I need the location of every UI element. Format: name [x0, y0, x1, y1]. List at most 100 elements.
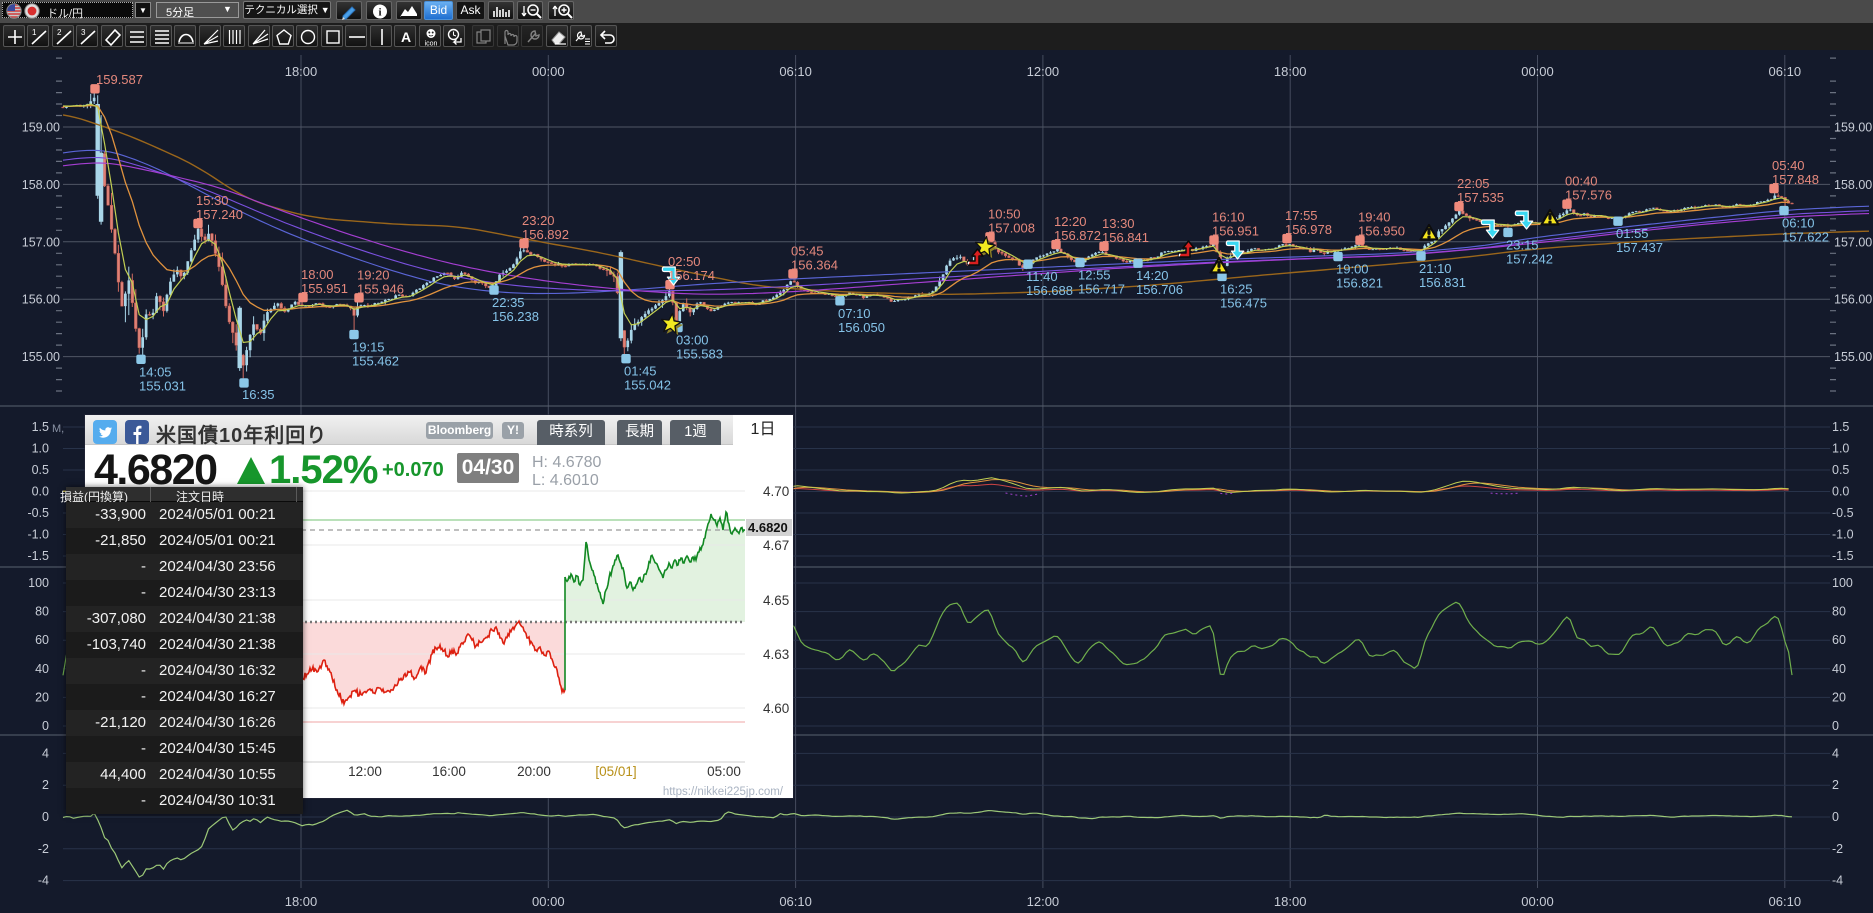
svg-text:22:35: 22:35 — [492, 295, 525, 310]
svg-text:4: 4 — [1832, 746, 1839, 760]
svg-text:-1.0: -1.0 — [1832, 528, 1854, 542]
svg-text:16:00: 16:00 — [432, 764, 466, 779]
svg-text:06:10: 06:10 — [779, 64, 812, 79]
svg-text:12:20: 12:20 — [1054, 214, 1087, 229]
svg-text:00:00: 00:00 — [532, 64, 565, 79]
svg-text:156.688: 156.688 — [1026, 283, 1073, 298]
svg-text:157.008: 157.008 — [988, 220, 1035, 235]
svg-text:155.00: 155.00 — [1834, 350, 1872, 364]
svg-text:2: 2 — [57, 28, 62, 37]
svg-text:0: 0 — [1832, 719, 1839, 733]
svg-text:11:40: 11:40 — [1026, 269, 1058, 284]
svg-text:0.0: 0.0 — [32, 485, 49, 499]
svg-text:0: 0 — [42, 810, 49, 824]
svg-text:40: 40 — [1832, 662, 1846, 676]
svg-text:18:00: 18:00 — [1274, 894, 1307, 909]
svg-text:157.242: 157.242 — [1506, 251, 1553, 266]
svg-text:06:10: 06:10 — [779, 894, 812, 909]
svg-text:4.70: 4.70 — [763, 484, 789, 499]
svg-text:06:10: 06:10 — [1782, 216, 1815, 231]
svg-text:157.437: 157.437 — [1616, 240, 1663, 255]
svg-text:i: i — [378, 7, 381, 19]
svg-text:2: 2 — [42, 778, 49, 792]
svg-text:156.475: 156.475 — [1220, 295, 1267, 310]
svg-text:19:00: 19:00 — [1336, 262, 1369, 277]
svg-text:-4: -4 — [1832, 874, 1843, 888]
svg-text:156.872: 156.872 — [1054, 228, 1101, 243]
svg-text:156.364: 156.364 — [791, 257, 838, 272]
svg-text:60: 60 — [1832, 633, 1846, 647]
svg-text:159.00: 159.00 — [1834, 121, 1872, 135]
svg-text:158.00: 158.00 — [22, 178, 60, 192]
svg-text:1.0: 1.0 — [32, 442, 49, 456]
svg-text:4.6820: 4.6820 — [748, 520, 788, 535]
svg-text:157.535: 157.535 — [1457, 190, 1504, 205]
svg-text:157.00: 157.00 — [1834, 235, 1872, 249]
svg-text:156.831: 156.831 — [1419, 275, 1466, 290]
svg-text:155.946: 155.946 — [357, 281, 404, 296]
svg-text:156.00: 156.00 — [1834, 293, 1872, 307]
svg-text:10:50: 10:50 — [988, 206, 1021, 221]
svg-text:156.978: 156.978 — [1285, 222, 1332, 237]
svg-text:06:10: 06:10 — [1769, 64, 1802, 79]
svg-text:02:50: 02:50 — [668, 254, 701, 269]
svg-text:-0.5: -0.5 — [27, 506, 49, 520]
svg-text:157.240: 157.240 — [196, 207, 243, 222]
svg-text:12:00: 12:00 — [1027, 64, 1060, 79]
svg-text:16:25: 16:25 — [1220, 281, 1253, 296]
svg-text:156.238: 156.238 — [492, 309, 539, 324]
svg-text:155.462: 155.462 — [352, 354, 399, 369]
svg-text:23:20: 23:20 — [522, 213, 555, 228]
svg-text:05:40: 05:40 — [1772, 158, 1805, 173]
svg-text:159.587: 159.587 — [96, 72, 143, 87]
svg-text:80: 80 — [1832, 605, 1846, 619]
svg-text:00:40: 00:40 — [1565, 174, 1598, 189]
svg-text:4.67: 4.67 — [763, 538, 789, 553]
svg-text:100: 100 — [1832, 576, 1853, 590]
svg-text:M,: M, — [52, 423, 64, 435]
svg-text:19:40: 19:40 — [1358, 210, 1391, 225]
svg-text:3: 3 — [81, 28, 86, 37]
svg-text:-1.5: -1.5 — [27, 549, 49, 563]
svg-text:156.050: 156.050 — [838, 320, 885, 335]
svg-text:1: 1 — [32, 28, 37, 37]
svg-text:https://nikkei225jp.com/: https://nikkei225jp.com/ — [663, 786, 784, 798]
svg-text:14:20: 14:20 — [1136, 268, 1169, 283]
svg-text:40: 40 — [35, 662, 49, 676]
svg-text:17:55: 17:55 — [1285, 208, 1318, 223]
svg-text:12:00: 12:00 — [1027, 894, 1060, 909]
svg-text:157.576: 157.576 — [1565, 188, 1612, 203]
svg-text:156.841: 156.841 — [1102, 230, 1149, 245]
svg-text:156.951: 156.951 — [1212, 224, 1259, 239]
svg-text:00:00: 00:00 — [532, 894, 565, 909]
svg-text:2: 2 — [1832, 778, 1839, 792]
svg-text:156.706: 156.706 — [1136, 282, 1183, 297]
svg-text:4.60: 4.60 — [763, 701, 789, 716]
svg-text:1.5: 1.5 — [32, 420, 49, 434]
svg-text:1.5: 1.5 — [1832, 420, 1849, 434]
svg-text:80: 80 — [35, 605, 49, 619]
svg-text:18:00: 18:00 — [1274, 64, 1307, 79]
svg-text:19:20: 19:20 — [357, 267, 390, 282]
svg-text:01:45: 01:45 — [624, 364, 657, 379]
svg-text:-1.0: -1.0 — [27, 528, 49, 542]
svg-text:05:45: 05:45 — [791, 243, 824, 258]
svg-text:156.892: 156.892 — [522, 227, 569, 242]
svg-text:12:00: 12:00 — [348, 764, 382, 779]
svg-text:12:55: 12:55 — [1078, 268, 1111, 283]
svg-text:18:00: 18:00 — [285, 894, 318, 909]
svg-text:[05/01]: [05/01] — [595, 764, 636, 779]
svg-text:155.951: 155.951 — [301, 281, 348, 296]
svg-text:19:15: 19:15 — [352, 340, 385, 355]
svg-text:18:00: 18:00 — [301, 267, 334, 282]
svg-text:1.0: 1.0 — [1832, 442, 1849, 456]
svg-text:07:10: 07:10 — [838, 306, 871, 321]
svg-text:icon: icon — [425, 41, 438, 48]
svg-text:0: 0 — [42, 719, 49, 733]
svg-text:05:00: 05:00 — [707, 764, 741, 779]
svg-text:-4: -4 — [38, 874, 49, 888]
svg-text:23:15: 23:15 — [1506, 237, 1539, 252]
svg-text:22:05: 22:05 — [1457, 176, 1490, 191]
svg-text:15:30: 15:30 — [196, 193, 229, 208]
svg-text:20: 20 — [35, 690, 49, 704]
